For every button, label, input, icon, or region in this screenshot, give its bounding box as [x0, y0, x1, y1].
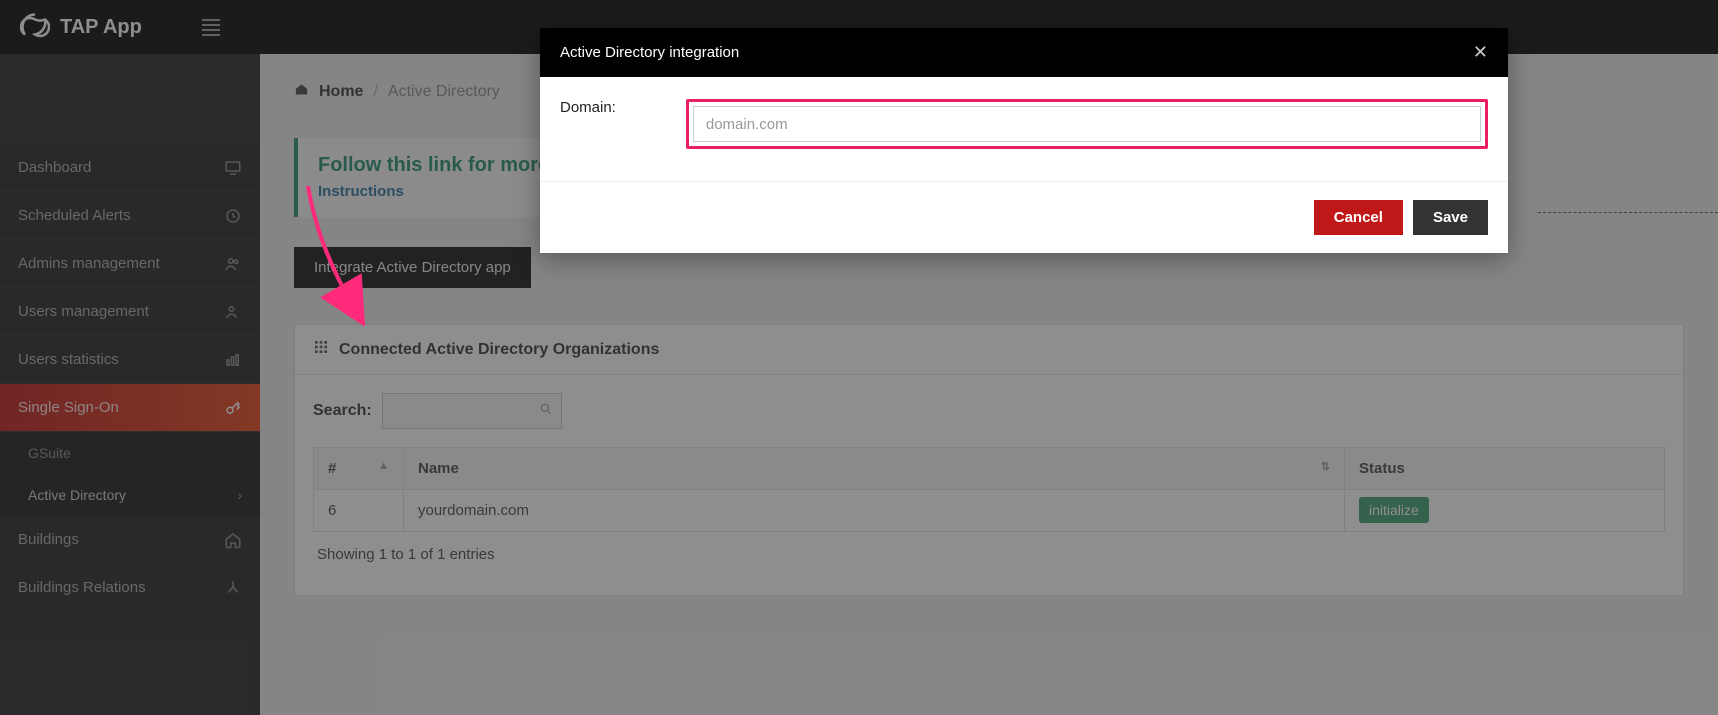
- ad-integration-modal: Active Directory integration ✕ Domain: C…: [540, 28, 1508, 253]
- domain-input-highlight: [686, 99, 1488, 149]
- domain-input[interactable]: [693, 106, 1481, 142]
- domain-label: Domain:: [560, 99, 616, 149]
- cancel-button[interactable]: Cancel: [1314, 200, 1403, 235]
- modal-footer: Cancel Save: [540, 182, 1508, 253]
- modal-header: Active Directory integration ✕: [540, 28, 1508, 77]
- save-button[interactable]: Save: [1413, 200, 1488, 235]
- close-icon[interactable]: ✕: [1473, 42, 1488, 63]
- modal-title: Active Directory integration: [560, 44, 739, 61]
